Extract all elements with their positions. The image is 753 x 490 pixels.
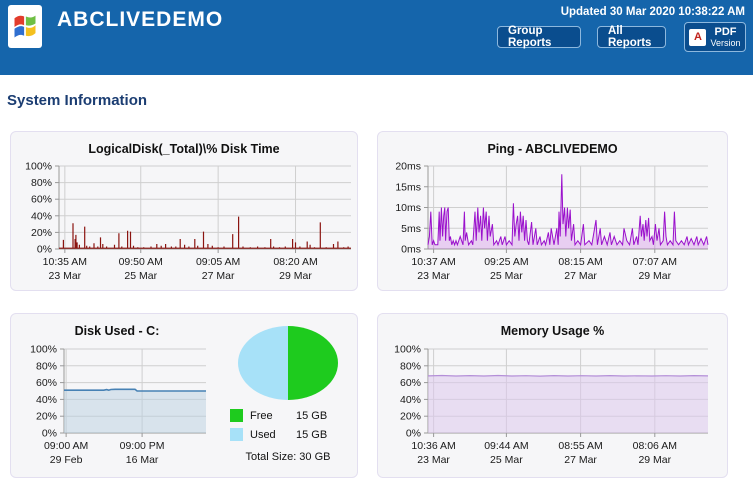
svg-text:100%: 100% xyxy=(394,344,421,356)
svg-text:25 Mar: 25 Mar xyxy=(124,270,157,282)
svg-text:23 Mar: 23 Mar xyxy=(417,454,450,466)
page-title: System Information xyxy=(7,92,147,109)
svg-text:10ms: 10ms xyxy=(395,202,421,214)
svg-text:16 Mar: 16 Mar xyxy=(126,454,159,466)
svg-text:0%: 0% xyxy=(37,244,52,256)
pdf-button-label: PDF xyxy=(715,27,737,38)
legend-free-size: 15 GB xyxy=(296,410,327,422)
windows-logo-icon xyxy=(8,5,42,48)
svg-text:29 Feb: 29 Feb xyxy=(50,454,83,466)
svg-text:08:20 AM: 08:20 AM xyxy=(273,256,317,268)
svg-text:27 Mar: 27 Mar xyxy=(202,270,235,282)
svg-text:100%: 100% xyxy=(30,344,57,356)
svg-text:23 Mar: 23 Mar xyxy=(48,270,81,282)
svg-text:25 Mar: 25 Mar xyxy=(490,454,523,466)
svg-text:20%: 20% xyxy=(31,227,52,239)
svg-text:08:55 AM: 08:55 AM xyxy=(558,440,602,452)
all-reports-button[interactable]: All Reports xyxy=(597,26,666,48)
svg-text:27 Mar: 27 Mar xyxy=(564,454,597,466)
free-swatch-icon xyxy=(230,409,243,422)
svg-text:60%: 60% xyxy=(36,377,57,389)
legend-used-label: Used xyxy=(250,429,296,441)
disk-time-panel: LogicalDisk(_Total)\% Disk Time 0% 20% 40%… xyxy=(10,131,358,291)
pdf-icon: A xyxy=(689,29,706,46)
group-reports-button[interactable]: Group Reports xyxy=(497,26,581,48)
svg-text:0ms: 0ms xyxy=(401,244,421,256)
svg-text:0%: 0% xyxy=(406,428,421,440)
disk-used-chart-title: Disk Used - C: xyxy=(11,314,223,340)
header-bar: ABCLIVEDEMO Updated 30 Mar 2020 10:38:22… xyxy=(0,0,753,75)
svg-text:20%: 20% xyxy=(36,411,57,423)
disk-used-chart: 0% 20% 40% 60% 80% 100% 09:00 AM 29 Feb 09:00 PM… xyxy=(11,340,223,479)
disk-usage-pie xyxy=(236,324,340,402)
svg-text:09:05 AM: 09:05 AM xyxy=(196,256,240,268)
svg-text:40%: 40% xyxy=(31,210,52,222)
svg-text:08:06 AM: 08:06 AM xyxy=(633,440,677,452)
svg-text:29 Mar: 29 Mar xyxy=(638,454,671,466)
memory-panel: Memory Usage % 0% 20% 40% 60% 80% 100% 10:36 A… xyxy=(377,313,728,478)
svg-text:09:00 PM: 09:00 PM xyxy=(120,440,165,452)
svg-text:29 Mar: 29 Mar xyxy=(638,270,671,282)
svg-text:10:35 AM: 10:35 AM xyxy=(43,256,87,268)
svg-text:40%: 40% xyxy=(400,394,421,406)
pie-legend: Free 15 GB Used 15 GB xyxy=(230,409,346,447)
svg-text:40%: 40% xyxy=(36,394,57,406)
disk-time-chart: 0% 20% 40% 60% 80% 100% 10:35 AM 23 Mar 09:50 AM… xyxy=(11,158,357,292)
svg-text:09:44 AM: 09:44 AM xyxy=(484,440,528,452)
pdf-button-sublabel: Version xyxy=(710,39,740,48)
svg-text:20%: 20% xyxy=(400,411,421,423)
svg-text:08:15 AM: 08:15 AM xyxy=(558,256,602,268)
ping-chart: 0ms 5ms 10ms 15ms 20ms 10:37 AM 23 Mar 09:25 AM… xyxy=(378,158,727,292)
svg-text:5ms: 5ms xyxy=(401,223,421,235)
svg-text:25 Mar: 25 Mar xyxy=(490,270,523,282)
svg-text:10:37 AM: 10:37 AM xyxy=(411,256,455,268)
ping-panel: Ping - ABCLIVEDEMO 0ms 5ms 10ms 15ms 20ms 10:… xyxy=(377,131,728,291)
app-title: ABCLIVEDEMO xyxy=(57,8,223,32)
updated-timestamp: Updated 30 Mar 2020 10:38:22 AM xyxy=(561,6,745,18)
svg-text:60%: 60% xyxy=(31,194,52,206)
svg-text:09:00 AM: 09:00 AM xyxy=(44,440,88,452)
svg-text:27 Mar: 27 Mar xyxy=(564,270,597,282)
svg-text:20ms: 20ms xyxy=(395,161,421,173)
svg-text:09:50 AM: 09:50 AM xyxy=(119,256,163,268)
svg-text:80%: 80% xyxy=(36,360,57,372)
svg-text:07:07 AM: 07:07 AM xyxy=(633,256,677,268)
pdf-version-button[interactable]: A PDF Version xyxy=(684,22,746,52)
dashboard-page: ABCLIVEDEMO Updated 30 Mar 2020 10:38:22… xyxy=(0,0,753,490)
svg-text:29 Mar: 29 Mar xyxy=(279,270,312,282)
used-swatch-icon xyxy=(230,428,243,441)
legend-item-free: Free 15 GB xyxy=(230,409,346,422)
svg-text:0%: 0% xyxy=(42,428,57,440)
svg-text:80%: 80% xyxy=(31,177,52,189)
ping-chart-title: Ping - ABCLIVEDEMO xyxy=(378,132,727,158)
legend-item-used: Used 15 GB xyxy=(230,428,346,441)
legend-used-size: 15 GB xyxy=(296,429,327,441)
svg-text:15ms: 15ms xyxy=(395,181,421,193)
svg-text:80%: 80% xyxy=(400,360,421,372)
disk-time-chart-title: LogicalDisk(_Total)\% Disk Time xyxy=(11,132,357,158)
svg-text:60%: 60% xyxy=(400,377,421,389)
memory-chart-title: Memory Usage % xyxy=(378,314,727,340)
disk-used-panel: Disk Used - C: 0% 20% 40% 60% 80% 100% 09:00 A… xyxy=(10,313,358,478)
memory-usage-chart: 0% 20% 40% 60% 80% 100% 10:36 AM 23 Mar 09:44 AM… xyxy=(378,340,727,479)
legend-free-label: Free xyxy=(250,410,296,422)
svg-text:10:36 AM: 10:36 AM xyxy=(411,440,455,452)
svg-text:100%: 100% xyxy=(25,161,52,173)
svg-text:09:25 AM: 09:25 AM xyxy=(484,256,528,268)
svg-text:23 Mar: 23 Mar xyxy=(417,270,450,282)
total-size-label: Total Size: 30 GB xyxy=(246,451,331,463)
